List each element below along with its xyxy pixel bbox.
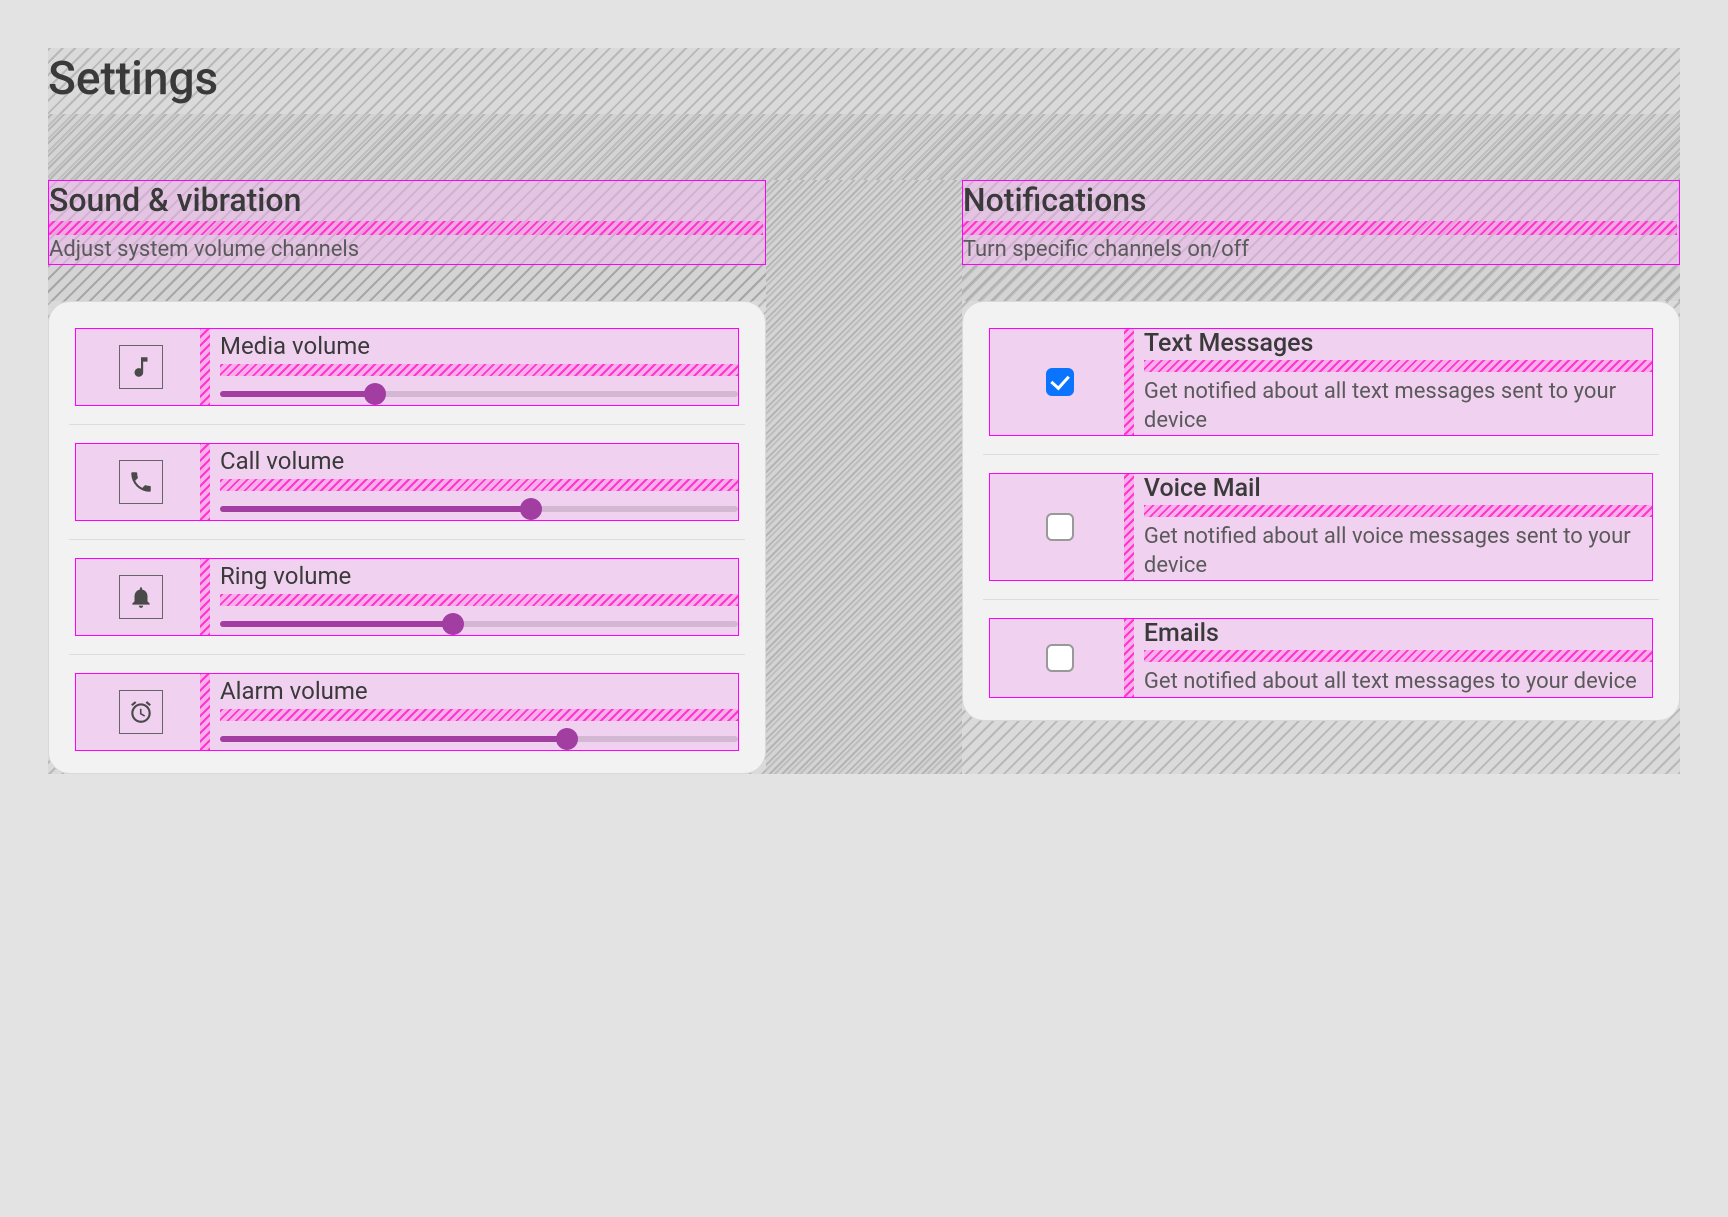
notifications-card: Text Messages Get notified about all tex… — [962, 301, 1680, 721]
sound-row-inner: Media volume — [75, 328, 739, 406]
notif-row-desc: Get notified about all text messages to … — [1144, 668, 1652, 697]
sound-row-media: Media volume — [69, 310, 745, 425]
sound-row-inner: Alarm volume — [75, 673, 739, 751]
alarm-icon — [119, 690, 163, 734]
sound-row-icon-col — [76, 329, 206, 405]
notif-row-inner: Voice Mail Get notified about all voice … — [989, 473, 1653, 581]
alarm-volume-slider[interactable] — [220, 731, 738, 747]
divider-strip — [1144, 505, 1652, 517]
sound-section-header: Sound & vibration Adjust system volume c… — [48, 180, 766, 265]
divider-strip — [220, 709, 738, 721]
settings-page: Settings Sound & vibration Adjust system… — [48, 48, 1680, 774]
sound-section-subtitle: Adjust system volume channels — [49, 237, 763, 262]
column-gap — [766, 180, 962, 774]
sound-row-title: Call volume — [220, 447, 738, 475]
sound-row-icon-col — [76, 559, 206, 635]
call-volume-slider[interactable] — [220, 501, 738, 517]
sound-row-icon-col — [76, 674, 206, 750]
bell-icon — [119, 575, 163, 619]
page-title: Settings — [48, 48, 1680, 114]
sound-row-content: Call volume — [206, 444, 738, 520]
notif-row-emails: Emails Get notified about all text messa… — [983, 600, 1659, 716]
music-note-icon — [119, 345, 163, 389]
divider-strip — [220, 479, 738, 491]
section-divider-strip — [49, 221, 763, 235]
sound-row-call: Call volume — [69, 425, 745, 540]
ring-volume-slider[interactable] — [220, 616, 738, 632]
notif-row-title: Text Messages — [1144, 329, 1652, 358]
section-divider-strip — [963, 221, 1677, 235]
sound-row-ring: Ring volume — [69, 540, 745, 655]
sound-column: Sound & vibration Adjust system volume c… — [48, 180, 766, 774]
notifications-section-header: Notifications Turn specific channels on/… — [962, 180, 1680, 265]
sound-row-title: Media volume — [220, 332, 738, 360]
voice-mail-checkbox[interactable] — [1046, 513, 1074, 541]
notif-row-title: Voice Mail — [1144, 474, 1652, 503]
divider-strip — [1144, 360, 1652, 372]
mid-spacer — [962, 265, 1680, 301]
text-messages-checkbox[interactable] — [1046, 368, 1074, 396]
sound-row-content: Alarm volume — [206, 674, 738, 750]
notifications-section-subtitle: Turn specific channels on/off — [963, 237, 1677, 262]
sound-row-inner: Ring volume — [75, 558, 739, 636]
notif-row-title: Emails — [1144, 619, 1652, 648]
sound-row-icon-col — [76, 444, 206, 520]
notif-row-text: Text Messages Get notified about all tex… — [983, 310, 1659, 455]
divider-strip — [220, 364, 738, 376]
notif-row-inner: Emails Get notified about all text messa… — [989, 618, 1653, 698]
notif-content: Text Messages Get notified about all tex… — [1130, 329, 1652, 435]
sound-row-content: Media volume — [206, 329, 738, 405]
phone-icon — [119, 460, 163, 504]
notifications-column: Notifications Turn specific channels on/… — [962, 180, 1680, 774]
notif-row-desc: Get notified about all voice messages se… — [1144, 523, 1652, 580]
header-bar — [48, 114, 1680, 180]
notif-row-desc: Get notified about all text messages sen… — [1144, 378, 1652, 435]
sound-row-inner: Call volume — [75, 443, 739, 521]
notif-content: Voice Mail Get notified about all voice … — [1130, 474, 1652, 580]
divider-strip — [1144, 650, 1652, 662]
sound-row-alarm: Alarm volume — [69, 655, 745, 769]
notif-check-col — [990, 329, 1130, 435]
sound-section-title: Sound & vibration — [49, 181, 763, 219]
divider-strip — [220, 594, 738, 606]
notif-row-inner: Text Messages Get notified about all tex… — [989, 328, 1653, 436]
notif-check-col — [990, 474, 1130, 580]
sound-row-content: Ring volume — [206, 559, 738, 635]
emails-checkbox[interactable] — [1046, 644, 1074, 672]
notif-check-col — [990, 619, 1130, 697]
sound-row-title: Ring volume — [220, 562, 738, 590]
notifications-section-title: Notifications — [963, 181, 1677, 219]
sound-row-title: Alarm volume — [220, 677, 738, 705]
notif-row-voice: Voice Mail Get notified about all voice … — [983, 455, 1659, 600]
columns: Sound & vibration Adjust system volume c… — [48, 180, 1680, 774]
sound-card: Media volume — [48, 301, 766, 774]
notif-content: Emails Get notified about all text messa… — [1130, 619, 1652, 697]
media-volume-slider[interactable] — [220, 386, 738, 402]
mid-spacer — [48, 265, 766, 301]
